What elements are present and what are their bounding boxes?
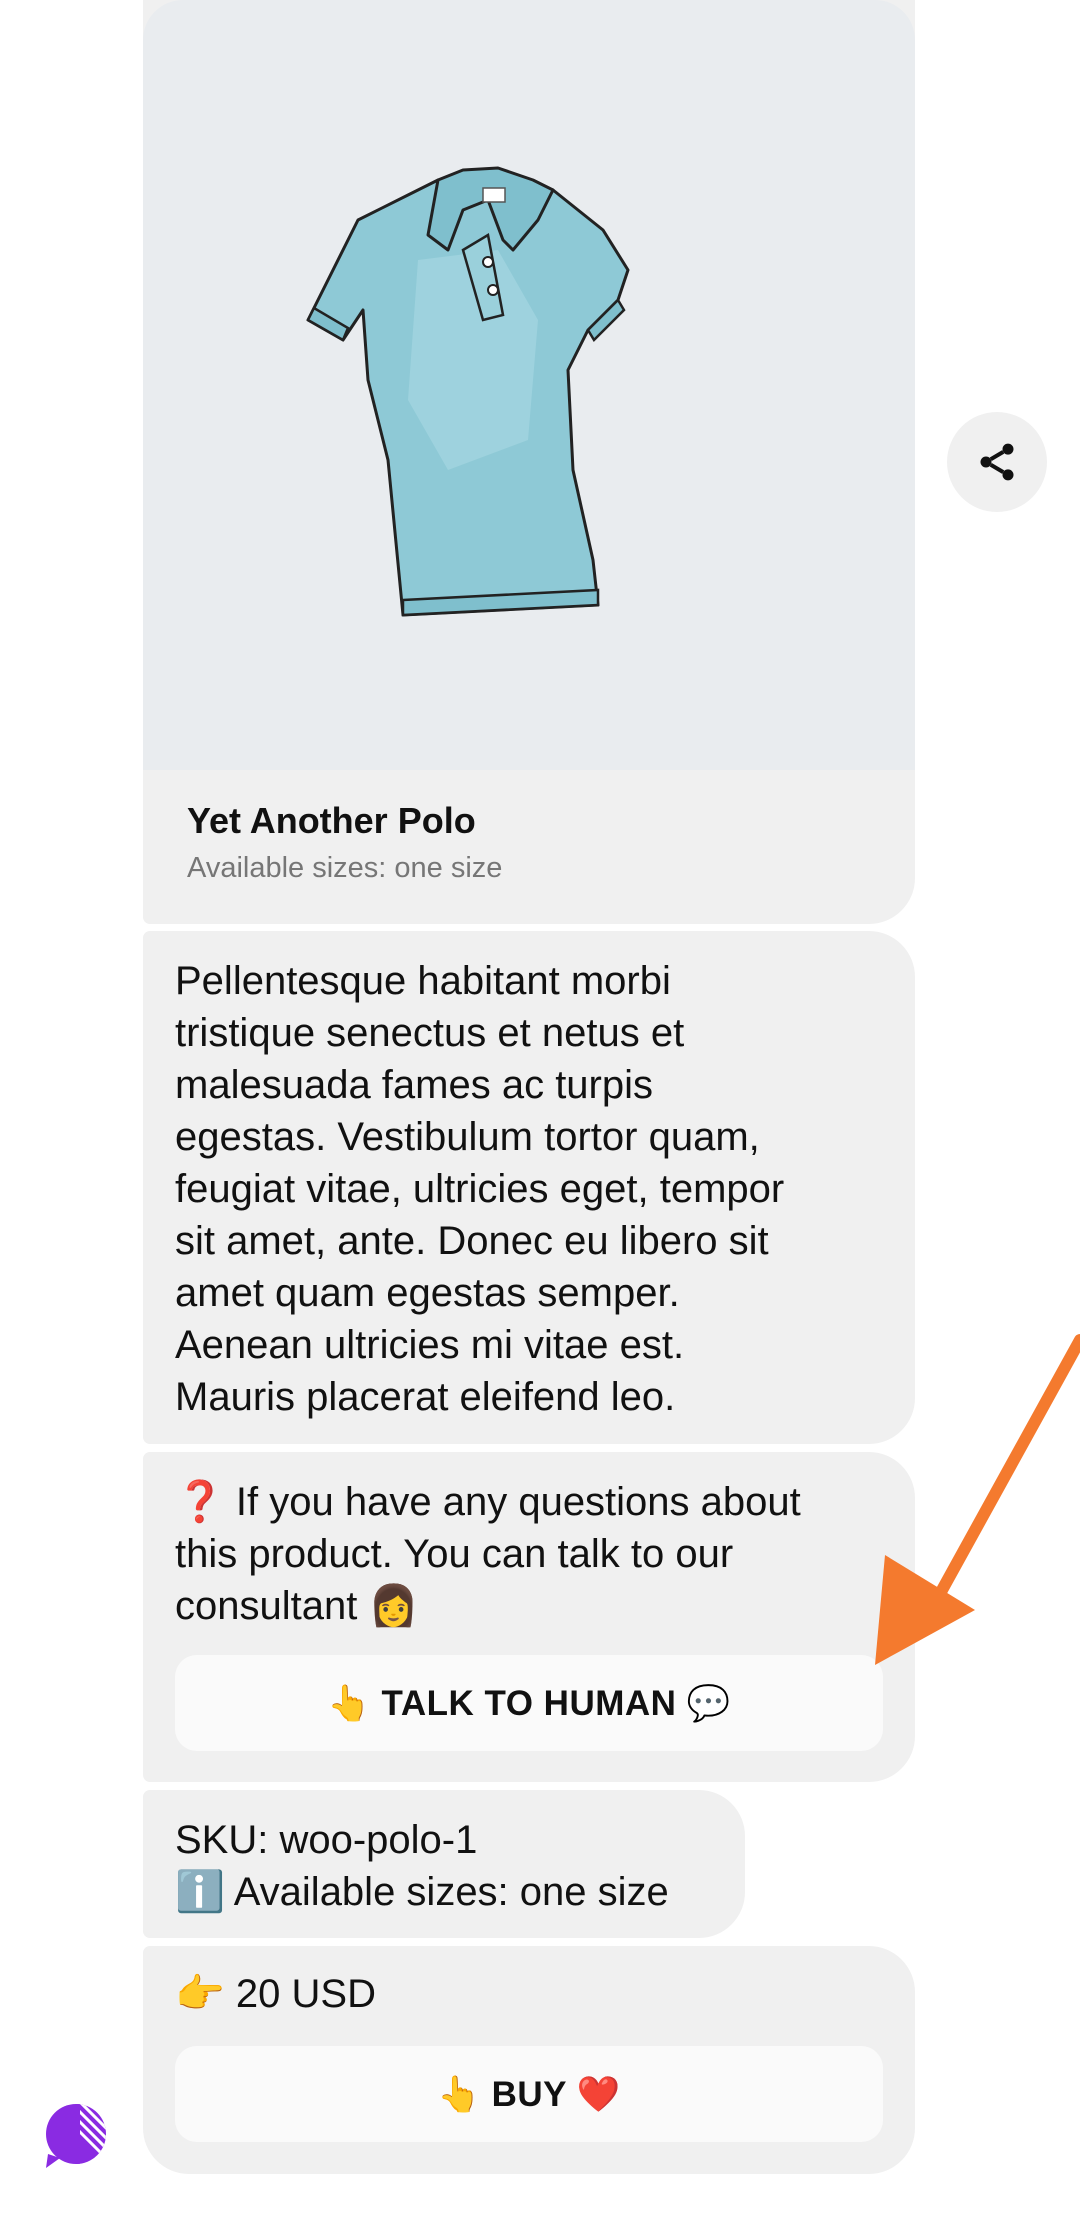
product-title: Yet Another Polo	[187, 800, 476, 841]
annotation-arrow-icon	[875, 1334, 1080, 1665]
product-card[interactable]: Yet Another Polo Available sizes: one si…	[143, 0, 915, 924]
share-button[interactable]	[947, 412, 1047, 512]
question-message: ❓ If you have any questions about this p…	[143, 1452, 915, 1782]
product-subtitle: Available sizes: one size	[187, 852, 503, 884]
sku-message: SKU: woo-polo-1 ℹ️ Available sizes: one …	[143, 1790, 745, 1938]
sku-text: SKU: woo-polo-1 ℹ️ Available sizes: one …	[175, 1818, 669, 1914]
talk-to-human-button[interactable]: 👆 TALK TO HUMAN 💬	[175, 1655, 883, 1751]
description-message: Pellentesque habitant morbi tristique se…	[143, 931, 915, 1444]
chat-screen: Yet Another Polo Available sizes: one si…	[0, 0, 1080, 2220]
description-text: Pellentesque habitant morbi tristique se…	[175, 959, 785, 1419]
price-message: 👉 20 USD 👆 BUY ❤️	[143, 1946, 915, 2174]
price-text: 👉 20 USD	[175, 1972, 376, 2016]
polo-shirt-icon	[306, 166, 630, 617]
share-icon	[980, 443, 1014, 481]
buy-button[interactable]: 👆 BUY ❤️	[175, 2046, 883, 2142]
product-image[interactable]	[143, 0, 915, 770]
question-text: ❓ If you have any questions about this p…	[175, 1480, 801, 1628]
brand-logo-icon	[46, 2104, 106, 2168]
